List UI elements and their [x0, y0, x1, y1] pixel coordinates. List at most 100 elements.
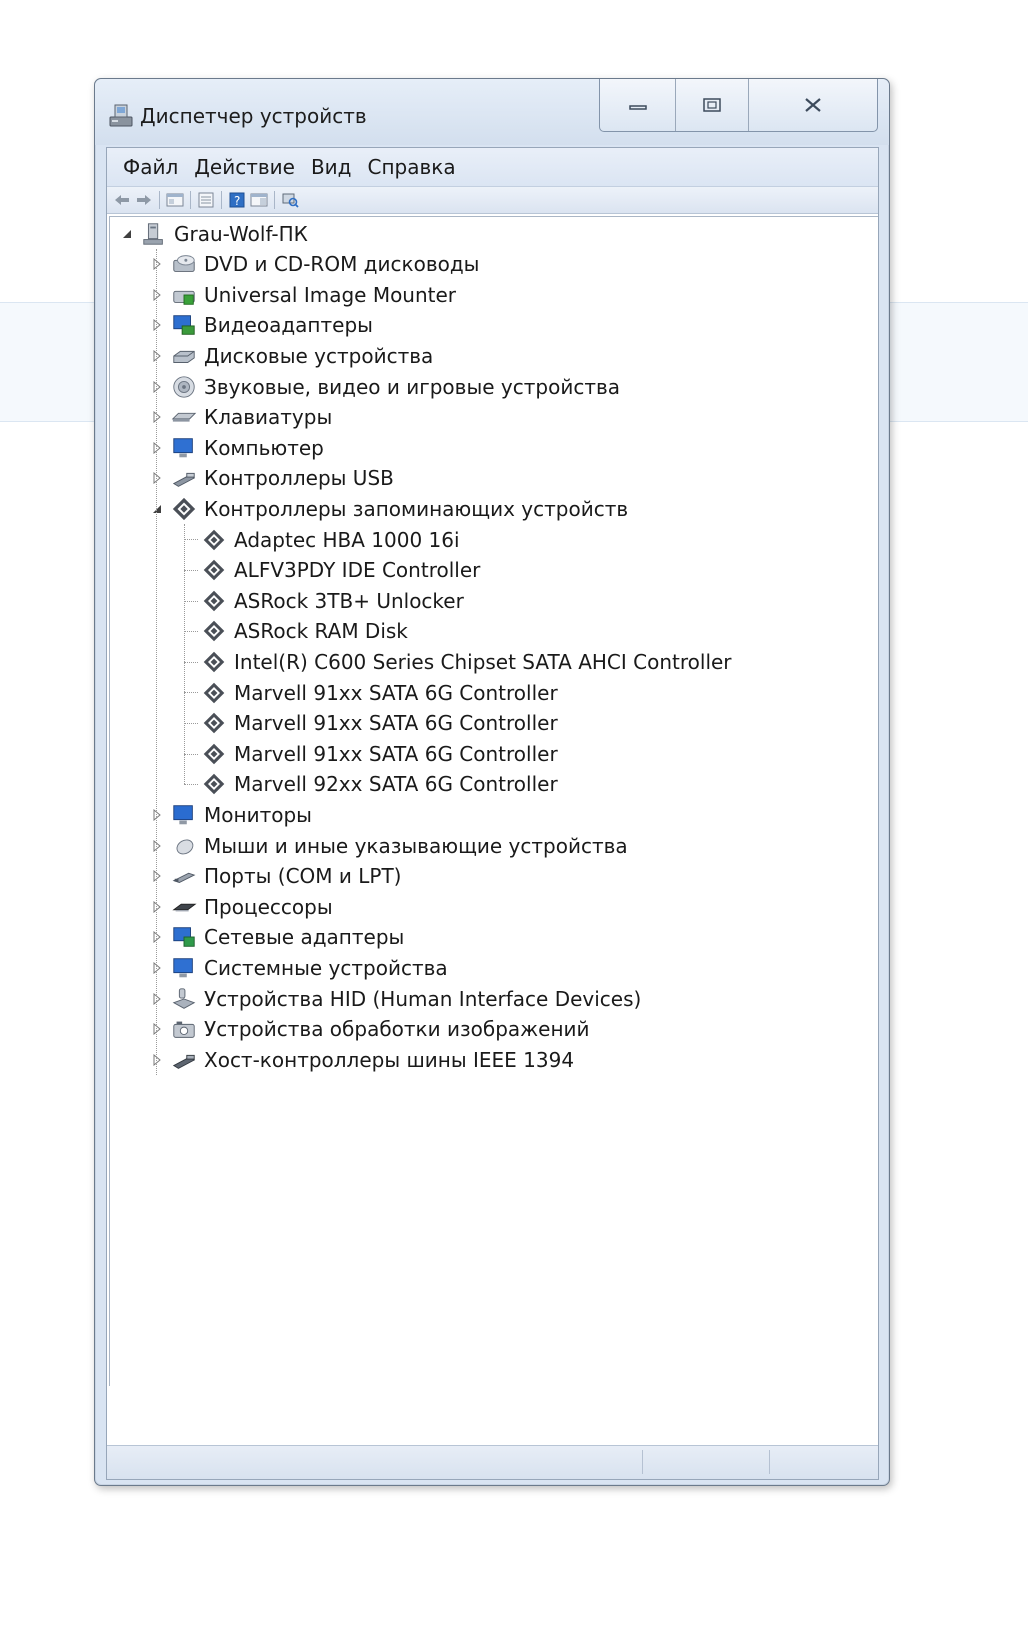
tree-category[interactable]: Системные устройства	[150, 952, 448, 983]
tree-category[interactable]: Мыши и иные указывающие устройства	[150, 830, 628, 861]
tree-category[interactable]: DVD и CD-ROM дисководы	[150, 249, 479, 280]
computer-icon	[143, 222, 163, 245]
storage-controller-icon	[203, 529, 225, 550]
show-hide-console-tree-button[interactable]	[164, 189, 186, 211]
tree-device-item[interactable]: Marvell 91xx SATA 6G Controller	[200, 738, 558, 769]
tree-category[interactable]: Мониторы	[150, 799, 312, 830]
display-adapter-icon	[173, 315, 195, 336]
action-pane-button[interactable]	[248, 189, 270, 211]
category-expander[interactable]	[150, 869, 164, 883]
category-expander[interactable]	[150, 1022, 164, 1036]
image-mounter-icon	[173, 290, 195, 305]
tree-device-item[interactable]: Marvell 91xx SATA 6G Controller	[200, 708, 558, 739]
scan-hardware-button[interactable]	[279, 189, 301, 211]
tree-device-item[interactable]: ALFV3PDY IDE Controller	[200, 555, 480, 586]
category-expander[interactable]	[150, 808, 164, 822]
storage-controller-icon	[203, 621, 225, 642]
client-area: Файл Действие Вид Справка ? Grau-Wolf-ПК…	[106, 147, 879, 1480]
menu-help[interactable]: Справка	[359, 155, 463, 179]
caption-buttons	[599, 79, 878, 132]
expand-arrow-icon	[153, 1023, 161, 1036]
category-expander[interactable]	[150, 961, 164, 975]
device-tree[interactable]: Grau-Wolf-ПК DVD и CD-ROM дисководы Univer…	[109, 216, 878, 1386]
tree-category[interactable]: Universal Image Mounter	[150, 279, 456, 310]
tree-device-item[interactable]: Adaptec HBA 1000 16i	[200, 524, 460, 555]
toolbar-separator	[159, 191, 160, 209]
tree-category[interactable]: Процессоры	[150, 891, 333, 922]
computer-monitor-icon	[173, 437, 193, 457]
sound-icon	[173, 375, 195, 398]
expand-arrow-icon	[153, 900, 161, 913]
tree-item-label: Устройства HID (Human Interface Devices)	[204, 986, 642, 1011]
storage-controller-icon	[203, 651, 225, 673]
properties-button[interactable]	[195, 189, 217, 211]
toolbar-separator	[274, 191, 275, 209]
back-button[interactable]	[111, 189, 133, 211]
tree-device-item[interactable]: Intel(R) C600 Series Chipset SATA AHCI C…	[200, 646, 732, 677]
tree-device-item[interactable]: Marvell 91xx SATA 6G Controller	[200, 677, 558, 708]
tree-category[interactable]: Видеоадаптеры	[150, 310, 373, 341]
show-hide-console-tree-icon	[166, 193, 184, 207]
category-expander[interactable]	[150, 288, 164, 302]
tree-category[interactable]: Звуковые, видео и игровые устройства	[150, 371, 620, 402]
tree-category[interactable]: Компьютер	[150, 432, 324, 463]
tree-connector	[184, 784, 198, 786]
device-manager-window: Диспетчер устройств Файл Действие Вид Сп…	[94, 78, 890, 1486]
tree-connector	[184, 569, 198, 571]
tree-category[interactable]: Дисковые устройства	[150, 340, 433, 371]
category-expander[interactable]	[150, 502, 164, 516]
root-expander[interactable]	[120, 227, 134, 241]
storage-controller-icon	[172, 497, 196, 521]
tree-item-label: Контроллеры USB	[204, 466, 394, 491]
category-expander[interactable]	[150, 839, 164, 853]
svg-text:?: ?	[234, 194, 240, 208]
tree-root-node[interactable]: Grau-Wolf-ПК	[120, 218, 308, 249]
category-expander[interactable]	[150, 380, 164, 394]
maximize-button[interactable]	[676, 79, 749, 131]
expand-arrow-icon	[153, 288, 161, 301]
scan-hardware-icon	[282, 193, 299, 208]
tree-category[interactable]: Порты (COM и LPT)	[150, 861, 401, 892]
menu-view[interactable]: Вид	[303, 155, 360, 179]
storage-controller-icon	[203, 774, 225, 795]
tree-category[interactable]: Сетевые адаптеры	[150, 922, 404, 953]
title-bar[interactable]: Диспетчер устройств	[95, 79, 889, 145]
tree-category[interactable]: Устройства обработки изображений	[150, 1014, 590, 1045]
help-button[interactable]: ?	[226, 189, 248, 211]
tree-category[interactable]: Хост-контроллеры шины IEEE 1394	[150, 1044, 574, 1075]
category-expander[interactable]	[150, 410, 164, 424]
dvd-drive-icon	[173, 255, 195, 272]
window-title: Диспетчер устройств	[140, 104, 367, 128]
tree-category[interactable]: Клавиатуры	[150, 402, 332, 433]
category-expander[interactable]	[150, 318, 164, 332]
storage-controller-icon	[203, 712, 225, 734]
category-expander[interactable]	[150, 1053, 164, 1067]
forward-button[interactable]	[133, 189, 155, 211]
menu-action[interactable]: Действие	[186, 155, 303, 179]
category-expander[interactable]	[150, 257, 164, 271]
tree-category[interactable]: Устройства HID (Human Interface Devices)	[150, 983, 641, 1014]
tree-item-label: Мыши и иные указывающие устройства	[204, 833, 628, 858]
tree-guide-line	[184, 524, 185, 785]
tree-category[interactable]: Контроллеры запоминающих устройств	[150, 493, 628, 524]
network-adapter-icon	[173, 927, 195, 948]
tree-item-label: Marvell 91xx SATA 6G Controller	[234, 711, 558, 736]
menu-file[interactable]: Файл	[115, 155, 186, 179]
expand-arrow-icon	[153, 931, 161, 944]
tree-item-label: Marvell 91xx SATA 6G Controller	[234, 680, 558, 705]
category-expander[interactable]	[150, 900, 164, 914]
expand-arrow-icon	[153, 870, 161, 883]
tree-device-item[interactable]: ASRock RAM Disk	[200, 616, 408, 647]
tree-category[interactable]: Контроллеры USB	[150, 463, 394, 494]
tree-item-label: Звуковые, видео и игровые устройства	[204, 374, 621, 399]
tree-device-item[interactable]: Marvell 92xx SATA 6G Controller	[200, 769, 558, 800]
tree-connector	[184, 631, 198, 633]
tree-device-item[interactable]: ASRock 3TB+ Unlocker	[200, 585, 464, 616]
category-expander[interactable]	[150, 471, 164, 485]
minimize-button[interactable]	[600, 79, 676, 131]
category-expander[interactable]	[150, 349, 164, 363]
close-button[interactable]	[749, 79, 877, 131]
category-expander[interactable]	[150, 992, 164, 1006]
category-expander[interactable]	[150, 930, 164, 944]
category-expander[interactable]	[150, 441, 164, 455]
